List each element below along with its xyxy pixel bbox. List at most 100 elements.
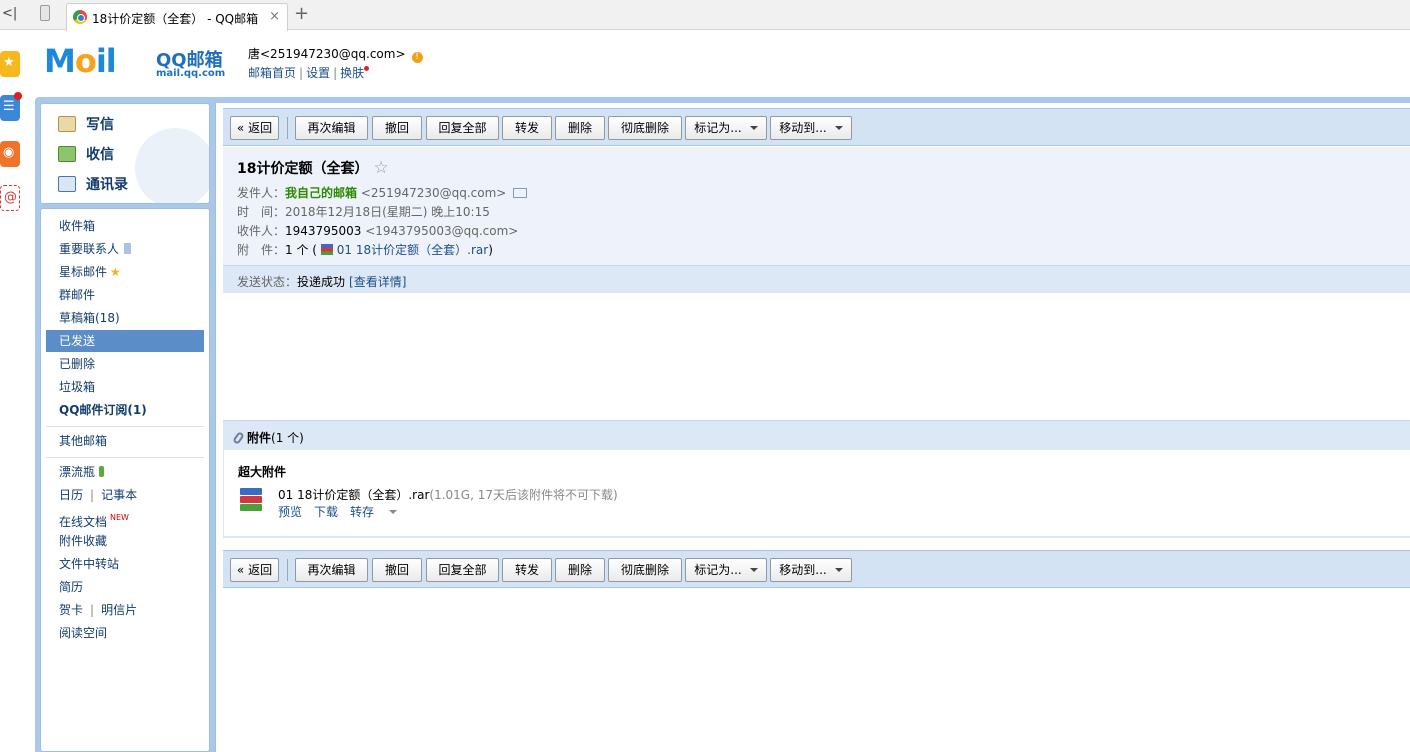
back-button[interactable]: « 返回 [230, 558, 279, 582]
recipient-name[interactable]: 1943795003 [285, 224, 361, 238]
sidebar-divider [46, 426, 204, 427]
mail-toolbar-top: « 返回 再次编辑 撤回 回复全部 转发 删除 彻底删除 标记为... 移动到.… [223, 108, 1410, 146]
sidebar-item-inbox[interactable]: 收件箱 [46, 215, 204, 237]
move-to-dropdown[interactable]: 移动到... [770, 116, 852, 140]
sidebar-item-docs[interactable]: 在线文档 NEW [46, 507, 204, 529]
mark-as-dropdown[interactable]: 标记为... [685, 558, 767, 582]
sidebar-item-file-transfer[interactable]: 文件中转站 [46, 553, 204, 575]
star-icon: ★ [110, 265, 121, 279]
sidebar-item-attachment-favorites[interactable]: 附件收藏 [46, 530, 204, 552]
sent-time: 2018年12月18日(星期二) 晚上10:15 [285, 205, 490, 219]
notes-link[interactable]: 记事本 [101, 488, 137, 502]
mail-app-icon[interactable]: @ [0, 185, 20, 211]
back-button[interactable]: « 返回 [230, 116, 279, 140]
warning-icon[interactable]: ! [411, 52, 423, 63]
chevron-down-icon [834, 126, 843, 130]
browser-favicon-icon [73, 10, 87, 24]
sidebar-item-spam[interactable]: 垃圾箱 [46, 376, 204, 398]
weibo-icon[interactable]: ◉ [0, 141, 20, 167]
mail-subject: 18计价定额（全套） ☆ [237, 158, 389, 178]
chevron-down-icon [389, 510, 398, 514]
sidebar-item-other-mailbox[interactable]: 其他邮箱 [46, 430, 204, 452]
sidebar-item-reading[interactable]: 阅读空间 [46, 622, 204, 644]
send-status-value: 投递成功 [297, 275, 346, 289]
attachment-link[interactable]: 01 18计价定额（全套）.rar [337, 243, 488, 257]
reedit-button[interactable]: 再次编辑 [295, 116, 368, 140]
attachment-file-info: (1.01G, 17天后该附件将不可下载) [429, 488, 618, 502]
contacts-card-icon [58, 176, 76, 192]
rar-file-icon [240, 488, 262, 516]
sidebar-item-vip[interactable]: 重要联系人 [46, 238, 204, 260]
sender-address: <251947230@qq.com> [360, 186, 507, 200]
compose-pencil-icon [58, 116, 76, 132]
quick-actions: 写信 收信 通讯录 [40, 103, 210, 204]
browser-back-icon[interactable]: <| [2, 6, 17, 21]
download-link[interactable]: 下载 [314, 505, 338, 519]
delete-forever-button[interactable]: 彻底删除 [608, 558, 682, 582]
sidebar-item-cards: 贺卡 | 明信片 [59, 603, 138, 617]
phone-icon[interactable] [40, 5, 50, 21]
sidebar-item-sent[interactable]: 已发送 [46, 330, 204, 352]
mail-home-link[interactable]: 邮箱首页 [248, 66, 296, 80]
sidebar-item-resume[interactable]: 简历 [46, 576, 204, 598]
move-to-dropdown[interactable]: 移动到... [770, 558, 852, 582]
recall-button[interactable]: 撤回 [372, 116, 422, 140]
penguin-watermark-icon [135, 128, 209, 203]
attachment-line: 附 件：1 个 ( 01 18计价定额（全套）.rar) [237, 243, 493, 257]
attachment-file-name[interactable]: 01 18计价定额（全套）.rar [278, 488, 429, 502]
forward-button[interactable]: 转发 [502, 116, 552, 140]
big-attachment-label: 超大附件 [238, 465, 287, 479]
contact-card-icon[interactable] [513, 188, 528, 198]
view-details-link[interactable]: [查看详情] [349, 275, 406, 289]
forward-button[interactable]: 转发 [502, 558, 552, 582]
mail-toolbar-bottom: « 返回 再次编辑 撤回 回复全部 转发 删除 彻底删除 标记为... 移动到.… [223, 550, 1410, 588]
browser-tab-strip: <| 18计价定额（全套） - QQ邮箱 × + [0, 0, 1410, 31]
favorites-star-icon[interactable]: ★ [0, 51, 20, 77]
chevron-down-icon [749, 568, 758, 572]
new-tab-button[interactable]: + [294, 3, 309, 24]
postcard-link[interactable]: 明信片 [101, 603, 137, 617]
sidebar-item-group[interactable]: 群邮件 [46, 284, 204, 306]
contacts-button[interactable]: 通讯录 [58, 174, 128, 194]
sidebar-item-subscriptions[interactable]: QQ邮件订阅(1) [46, 399, 204, 421]
compose-button[interactable]: 写信 [58, 114, 114, 134]
reply-all-button[interactable]: 回复全部 [426, 558, 499, 582]
delete-button[interactable]: 删除 [555, 116, 605, 140]
calendar-link[interactable]: 日历 [59, 488, 83, 502]
delete-forever-button[interactable]: 彻底删除 [608, 116, 682, 140]
sidebar-item-deleted[interactable]: 已删除 [46, 353, 204, 375]
paperclip-icon [232, 431, 245, 445]
sidebar-item-starred[interactable]: 星标邮件 ★ [46, 261, 204, 283]
user-links: 邮箱首页 | 设置 | 换肤 [248, 64, 370, 81]
sidebar-item-drafts[interactable]: 草稿箱(18) [46, 307, 204, 329]
browser-tab[interactable]: 18计价定额（全套） - QQ邮箱 × [66, 3, 288, 31]
attachment-file: 01 18计价定额（全套）.rar(1.01G, 17天后该附件将不可下载) [278, 486, 618, 503]
reply-all-button[interactable]: 回复全部 [426, 116, 499, 140]
attachments-header: 附件(1 个) [223, 420, 1410, 450]
receive-button[interactable]: 收信 [58, 144, 114, 164]
save-to-dropdown[interactable]: 转存 [350, 505, 398, 519]
mark-as-dropdown[interactable]: 标记为... [685, 116, 767, 140]
user-name-email: 唐<251947230@qq.com> [248, 47, 406, 61]
time-line: 时 间：2018年12月18日(星期二) 晚上10:15 [237, 205, 490, 219]
greeting-card-link[interactable]: 贺卡 [59, 603, 83, 617]
delete-button[interactable]: 删除 [555, 558, 605, 582]
rar-icon [320, 244, 333, 255]
reedit-button[interactable]: 再次编辑 [295, 558, 368, 582]
settings-link[interactable]: 设置 [306, 66, 330, 80]
user-account: 唐<251947230@qq.com>! [248, 45, 423, 63]
recall-button[interactable]: 撤回 [372, 558, 422, 582]
mail-header: 18计价定额（全套） ☆ 发件人：我自己的邮箱 <251947230@qq.com… [223, 147, 1410, 293]
preview-link[interactable]: 预览 [278, 505, 302, 519]
change-skin-link[interactable]: 换肤 [340, 66, 364, 80]
logo-mail-text: Moil [44, 42, 117, 80]
recipient-address: <1943795003@qq.com> [365, 224, 519, 238]
skin-new-dot [364, 66, 370, 71]
sender-name[interactable]: 我自己的邮箱 [285, 186, 357, 200]
list-app-icon[interactable]: ☰ [0, 92, 22, 121]
tab-close-icon[interactable]: × [269, 9, 280, 24]
sidebar-item-bottle[interactable]: 漂流瓶 [46, 461, 204, 483]
attachment-actions: 预览 下载 转存 [278, 503, 409, 520]
star-mail-icon[interactable]: ☆ [373, 158, 388, 178]
app-strip: ★ ☰ ◉ @ [0, 31, 22, 752]
